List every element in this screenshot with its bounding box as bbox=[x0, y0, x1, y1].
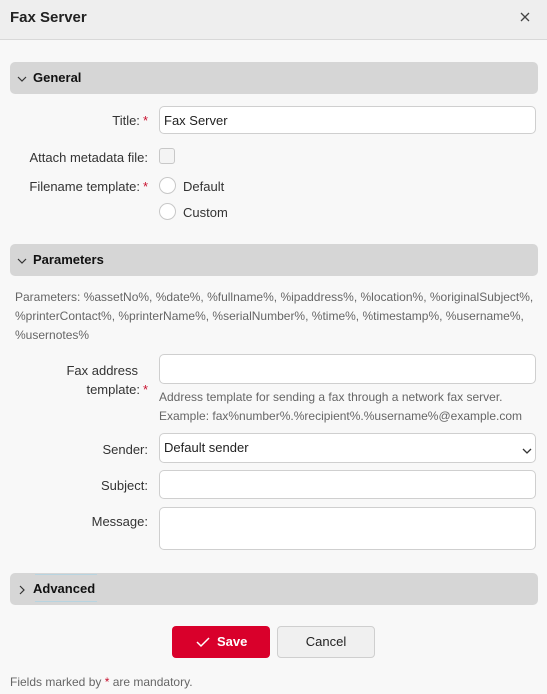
fax-address-hint: Address template for sending a fax throu… bbox=[159, 390, 522, 423]
fax-address-label-line2: template: * bbox=[86, 382, 148, 397]
save-button[interactable]: Save bbox=[172, 626, 270, 658]
message-label: Message: bbox=[91, 514, 148, 529]
section-parameters-header[interactable]: Parameters bbox=[10, 244, 538, 276]
fax-address-input[interactable] bbox=[159, 354, 536, 384]
attach-metadata-checkbox[interactable] bbox=[159, 148, 175, 164]
chevron-down-icon bbox=[16, 72, 28, 84]
required-marker: * bbox=[142, 113, 148, 128]
filename-template-label: Filename template: * bbox=[29, 179, 148, 194]
parameters-list-text: Parameters: %assetNo%, %date%, %fullname… bbox=[15, 290, 534, 342]
required-marker: * bbox=[142, 179, 148, 194]
mandatory-note: Fields marked by * are mandatory. bbox=[10, 675, 193, 689]
close-icon[interactable] bbox=[516, 8, 534, 26]
fax-address-label: Fax address bbox=[66, 363, 138, 378]
title-input[interactable] bbox=[159, 106, 536, 134]
save-button-label: Save bbox=[217, 634, 248, 649]
filename-default-label[interactable]: Default bbox=[183, 179, 224, 194]
sender-label: Sender: bbox=[102, 442, 148, 457]
section-general-header[interactable]: General bbox=[10, 62, 538, 94]
chevron-right-icon bbox=[16, 583, 28, 595]
section-parameters-label: Parameters bbox=[33, 252, 104, 267]
section-general-label: General bbox=[33, 70, 82, 85]
filename-default-radio[interactable] bbox=[159, 177, 176, 194]
focus-indicator bbox=[35, 574, 97, 575]
required-marker: * bbox=[142, 382, 148, 397]
subject-input[interactable] bbox=[159, 470, 536, 499]
dialog-title: Fax Server bbox=[10, 9, 87, 26]
sender-select-value: Default sender bbox=[164, 440, 249, 455]
filename-custom-radio[interactable] bbox=[159, 203, 176, 220]
cancel-button[interactable]: Cancel bbox=[277, 626, 375, 658]
message-textarea[interactable] bbox=[159, 507, 536, 550]
subject-label: Subject: bbox=[101, 478, 148, 493]
section-advanced-label: Advanced bbox=[33, 581, 96, 596]
focus-indicator bbox=[35, 601, 97, 602]
sender-select[interactable]: Default sender bbox=[159, 433, 536, 463]
attach-metadata-label: Attach metadata file: bbox=[29, 150, 148, 165]
chevron-down-icon bbox=[521, 444, 533, 456]
title-label: Title: * bbox=[112, 113, 148, 128]
checkmark-icon bbox=[196, 636, 210, 648]
filename-custom-label[interactable]: Custom bbox=[183, 205, 228, 220]
dialog-titlebar: Fax Server bbox=[0, 0, 547, 40]
chevron-down-icon bbox=[16, 254, 28, 266]
